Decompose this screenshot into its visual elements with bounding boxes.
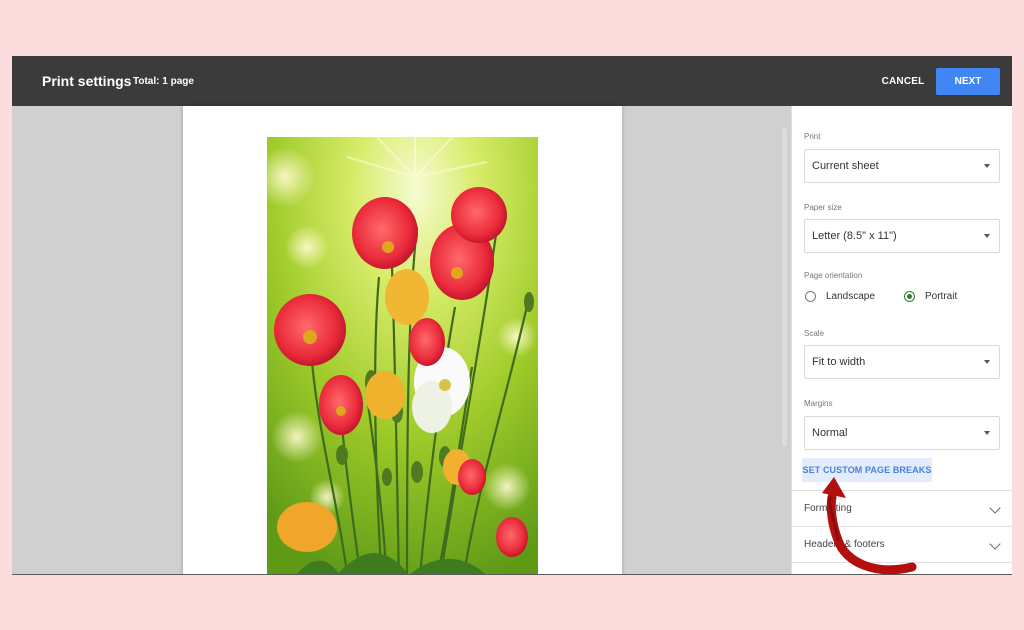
dropdown-caret-icon <box>984 164 990 168</box>
portrait-label: Portrait <box>925 291 958 302</box>
dropdown-caret-icon <box>984 431 990 435</box>
paper-size-value: Letter (8.5" x 11") <box>812 230 897 242</box>
preview-page <box>183 106 622 574</box>
chevron-down-icon <box>989 502 1001 514</box>
top-bar: Print settings Total: 1 page CANCEL NEXT <box>12 56 1012 106</box>
margins-select[interactable]: Normal <box>804 416 1000 450</box>
radio-checked-icon <box>904 291 915 302</box>
portrait-radio[interactable]: Portrait <box>904 291 957 302</box>
page-count: Total: 1 page <box>133 76 194 87</box>
headers-footers-section[interactable]: Headers & footers <box>792 526 1012 562</box>
paper-size-select[interactable]: Letter (8.5" x 11") <box>804 219 1000 253</box>
poppies-image <box>267 137 538 574</box>
radio-unchecked-icon <box>805 291 816 302</box>
dropdown-caret-icon <box>984 360 990 364</box>
chevron-down-icon <box>989 538 1001 550</box>
next-section-divider <box>792 562 1012 574</box>
margins-label: Margins <box>804 399 833 408</box>
print-select[interactable]: Current sheet <box>804 149 1000 183</box>
formatting-label: Formatting <box>804 503 852 514</box>
formatting-section[interactable]: Formatting <box>792 490 1012 526</box>
set-custom-page-breaks-button[interactable]: SET CUSTOM PAGE BREAKS <box>802 458 932 482</box>
scale-value: Fit to width <box>812 356 866 368</box>
headers-footers-label: Headers & footers <box>804 539 885 550</box>
margins-value: Normal <box>812 427 848 439</box>
orientation-label: Page orientation <box>804 271 863 280</box>
landscape-radio[interactable]: Landscape <box>805 291 875 302</box>
preview-scrollbar[interactable] <box>782 128 787 446</box>
landscape-label: Landscape <box>826 291 875 302</box>
scale-label: Scale <box>804 329 825 338</box>
print-label: Print <box>804 132 821 141</box>
next-button[interactable]: NEXT <box>936 68 1000 95</box>
dropdown-caret-icon <box>984 234 990 238</box>
print-settings-window: Print settings Total: 1 page CANCEL NEXT <box>12 56 1012 575</box>
settings-panel: Print Current sheet Paper size Letter (8… <box>782 106 1012 574</box>
page-title: Print settings <box>42 73 132 89</box>
scale-select[interactable]: Fit to width <box>804 345 1000 379</box>
print-preview-area <box>12 106 791 574</box>
cancel-button[interactable]: CANCEL <box>878 68 928 95</box>
paper-size-label: Paper size <box>804 203 842 212</box>
print-select-value: Current sheet <box>812 160 879 172</box>
